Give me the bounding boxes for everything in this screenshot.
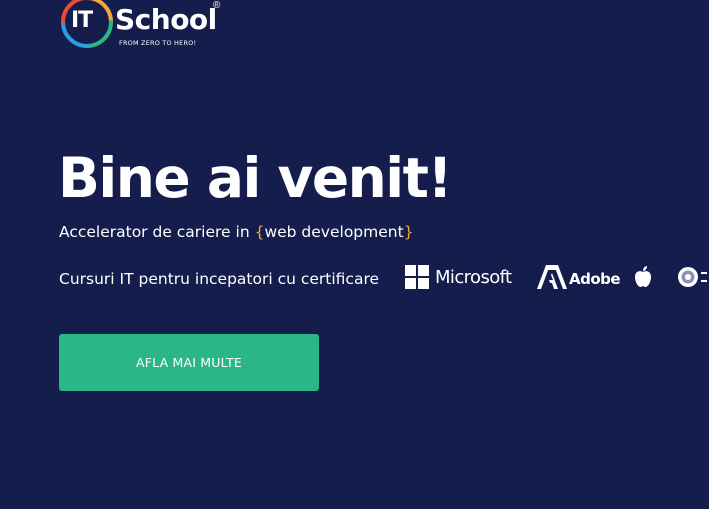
apple-partner-logo (633, 262, 653, 292)
ministry-partner-logo (677, 262, 709, 292)
logo-it-text: IT (71, 8, 93, 33)
brace-open: { (254, 223, 265, 241)
afla-mai-multe-button[interactable]: AFLA MAI MULTE (59, 334, 319, 391)
microsoft-partner-logo: Microsoft (405, 262, 512, 292)
microsoft-label: Microsoft (435, 266, 512, 288)
adobe-a-icon (537, 265, 567, 289)
adobe-partner-logo: Adobe (537, 262, 621, 292)
brace-close: } (403, 223, 414, 241)
subtitle-highlight: web development (264, 223, 404, 241)
logo-tagline: FROM ZERO TO HERO! (119, 39, 197, 47)
hero-title: Bine ai venit! (58, 146, 453, 210)
apple-icon (635, 266, 651, 287)
it-school-logo[interactable]: IT School ® FROM ZERO TO HERO! (59, 0, 229, 58)
subtitle-prefix: Accelerator de cariere in (59, 223, 255, 241)
logo-registered-mark: ® (213, 0, 221, 11)
microsoft-windows-icon (405, 265, 429, 289)
adobe-label: Adobe (569, 270, 621, 288)
courses-row: Cursuri IT pentru incepatori cu certific… (59, 262, 709, 292)
hero-subtitle: Accelerator de cariere in {web developme… (59, 222, 414, 242)
courses-text: Cursuri IT pentru incepatori cu certific… (59, 270, 380, 288)
ministry-seal-icon (678, 267, 707, 287)
logo-school-text: School (115, 3, 217, 36)
